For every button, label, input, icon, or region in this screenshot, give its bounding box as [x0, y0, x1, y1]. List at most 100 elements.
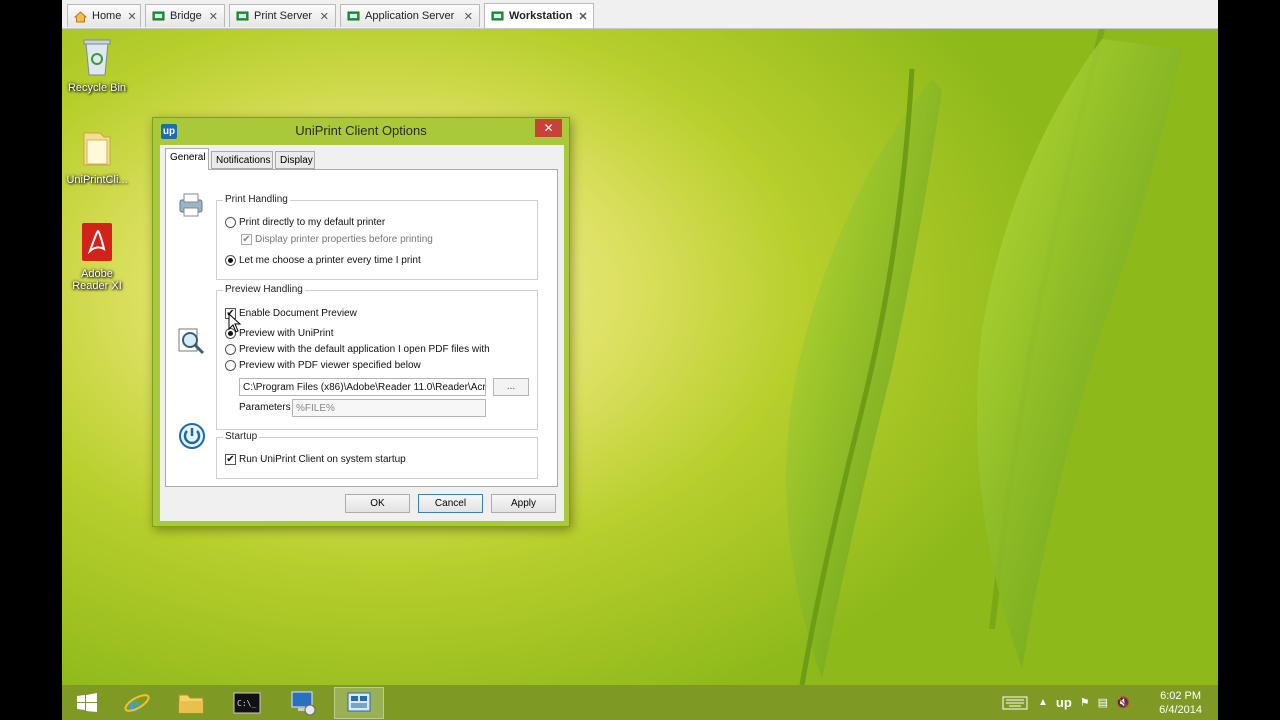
vm-tab-application-server[interactable]: Application Server ✕ — [340, 4, 480, 27]
network-icon[interactable]: ▤ — [1098, 696, 1108, 709]
run-on-startup-label: Run UniPrint Client on system startup — [239, 454, 406, 465]
preview-uniprint-label: Preview with UniPrint — [239, 328, 334, 339]
chevron-up-icon[interactable]: ▲ — [1038, 697, 1048, 708]
startup-title: Startup — [223, 431, 260, 442]
close-icon[interactable]: ✕ — [320, 10, 329, 23]
vm-icon — [236, 11, 249, 20]
preview-handling-title: Preview Handling — [223, 284, 305, 295]
power-icon — [179, 423, 205, 449]
keyboard-icon[interactable] — [1002, 695, 1028, 711]
dialog-body: General Notifications Display Print Hand… — [160, 145, 564, 521]
taskbar-file-explorer[interactable] — [166, 687, 216, 719]
flag-icon[interactable]: ⚑ — [1080, 696, 1090, 709]
uniprint-options-dialog: up UniPrint Client Options ✕ General Not… — [152, 117, 570, 527]
parameters-field[interactable]: %FILE% — [292, 399, 486, 417]
print-direct-label: Print directly to my default printer — [239, 217, 386, 228]
vm-icon — [152, 11, 165, 20]
display-properties-option[interactable]: ✔ Display printer properties before prin… — [241, 234, 433, 245]
folder-icon — [83, 132, 111, 166]
close-icon[interactable]: ✕ — [578, 10, 587, 23]
tab-notifications[interactable]: Notifications — [211, 151, 273, 169]
folder-icon — [178, 694, 204, 714]
uniprint-tray-icon[interactable]: up — [1056, 695, 1072, 710]
preview-default-app-label: Preview with the default application I o… — [239, 344, 490, 355]
recycle-bin-icon — [83, 39, 111, 76]
preview-default-app-option[interactable]: Preview with the default application I o… — [225, 344, 490, 355]
close-icon[interactable]: ✕ — [209, 10, 218, 23]
choose-printer-label: Let me choose a printer every time I pri… — [239, 255, 421, 266]
dialog-close-button[interactable]: ✕ — [535, 119, 562, 137]
preview-handling-group: Preview Handling ✔ Enable Document Previ… — [216, 284, 538, 430]
preview-magnifier-icon — [178, 328, 205, 355]
choose-printer-radio[interactable] — [225, 255, 236, 266]
home-icon — [74, 10, 87, 22]
preview-pdf-viewer-option[interactable]: Preview with PDF viewer specified below — [225, 360, 421, 371]
tab-display[interactable]: Display — [275, 151, 315, 169]
system-tray: ▲ up ⚑ ▤ 🔇 — [1002, 685, 1138, 720]
choose-printer-option[interactable]: Let me choose a printer every time I pri… — [225, 255, 421, 266]
volume-muted-icon[interactable]: 🔇 — [1116, 696, 1130, 709]
windows-logo-icon — [77, 693, 97, 712]
taskbar: e C:\_ ▲ up ⚑ ▤ 🔇 6:02 PM 6/4/2014 — [62, 685, 1218, 720]
desktop-icon-uniprint-folder[interactable]: UniPrintCli... — [62, 127, 132, 186]
run-on-startup-checkbox[interactable]: ✔ — [225, 454, 236, 465]
adobe-reader-icon — [82, 223, 112, 261]
svg-text:C:\_: C:\_ — [237, 699, 256, 708]
print-handling-group: Print Handling Print directly to my defa… — [216, 194, 538, 280]
uniprint-client-icon — [347, 692, 371, 712]
printer-icon — [179, 193, 203, 217]
clock[interactable]: 6:02 PM 6/4/2014 — [1159, 689, 1202, 717]
dialog-title: UniPrint Client Options — [295, 123, 427, 138]
print-direct-option[interactable]: Print directly to my default printer — [225, 217, 385, 228]
vm-tab-bar: Home ✕ Bridge ✕ Print Server ✕ Applicati… — [62, 0, 1218, 29]
vm-icon — [347, 11, 360, 20]
vm-tab-print-server[interactable]: Print Server ✕ — [229, 4, 336, 27]
desktop-icon-adobe-reader[interactable]: Adobe Reader XI — [62, 221, 132, 292]
display-properties-label: Display printer properties before printi… — [255, 234, 433, 245]
vm-tab-label: Print Server — [254, 10, 313, 22]
vm-tab-label: Bridge — [170, 10, 202, 22]
enable-preview-label: Enable Document Preview — [239, 308, 357, 319]
vm-icon — [491, 11, 504, 20]
enable-preview-option[interactable]: ✔ Enable Document Preview — [225, 308, 357, 319]
clock-time: 6:02 PM — [1160, 690, 1202, 702]
vm-tab-home[interactable]: Home ✕ — [67, 4, 141, 27]
preview-pdf-viewer-label: Preview with PDF viewer specified below — [239, 360, 421, 371]
taskbar-remote-desktop[interactable] — [278, 687, 328, 719]
taskbar-internet-explorer[interactable]: e — [112, 687, 162, 719]
vm-tab-workstation[interactable]: Workstation ✕ — [484, 3, 594, 28]
startup-group: Startup ✔ Run UniPrint Client on system … — [216, 431, 538, 479]
vm-tab-bridge[interactable]: Bridge ✕ — [145, 4, 225, 27]
apply-button[interactable]: Apply — [491, 494, 556, 513]
preview-pdf-viewer-radio[interactable] — [225, 360, 236, 371]
close-icon[interactable]: ✕ — [127, 10, 136, 23]
tab-general[interactable]: General — [165, 148, 209, 170]
display-properties-checkbox[interactable]: ✔ — [241, 234, 252, 245]
ok-button[interactable]: OK — [345, 494, 410, 513]
taskbar-uniprint-client[interactable] — [334, 687, 384, 719]
start-button[interactable] — [62, 687, 112, 719]
general-tab-panel: Print Handling Print directly to my defa… — [165, 169, 558, 487]
desktop-icon-label: UniPrintCli... — [66, 174, 128, 186]
print-direct-radio[interactable] — [225, 217, 236, 228]
vm-tab-label: Home — [92, 10, 122, 22]
desktop-icon-label: Recycle Bin — [67, 82, 127, 94]
preview-default-app-radio[interactable] — [225, 344, 236, 355]
dialog-title-bar[interactable]: up UniPrint Client Options ✕ — [153, 118, 569, 144]
taskbar-command-prompt[interactable]: C:\_ — [222, 687, 272, 719]
pdf-viewer-path-field[interactable]: C:\Program Files (x86)\Adobe\Reader 11.0… — [239, 378, 486, 396]
print-handling-title: Print Handling — [223, 194, 290, 205]
run-on-startup-option[interactable]: ✔ Run UniPrint Client on system startup — [225, 454, 406, 465]
parameters-label: Parameters — [239, 402, 291, 413]
cancel-button[interactable]: Cancel — [418, 494, 483, 513]
clock-date: 6/4/2014 — [1159, 704, 1202, 716]
desktop-icon-recycle-bin[interactable]: Recycle Bin — [62, 35, 132, 94]
internet-explorer-icon: e — [124, 692, 150, 717]
command-prompt-icon: C:\_ — [233, 692, 261, 714]
vm-tab-label: Workstation — [509, 10, 573, 22]
browse-button[interactable]: ... — [493, 378, 529, 396]
vm-tab-label: Application Server — [365, 10, 455, 22]
close-icon[interactable]: ✕ — [464, 10, 473, 23]
remote-desktop-icon — [291, 691, 316, 716]
desktop-icon-label: Adobe Reader XI — [72, 268, 122, 292]
